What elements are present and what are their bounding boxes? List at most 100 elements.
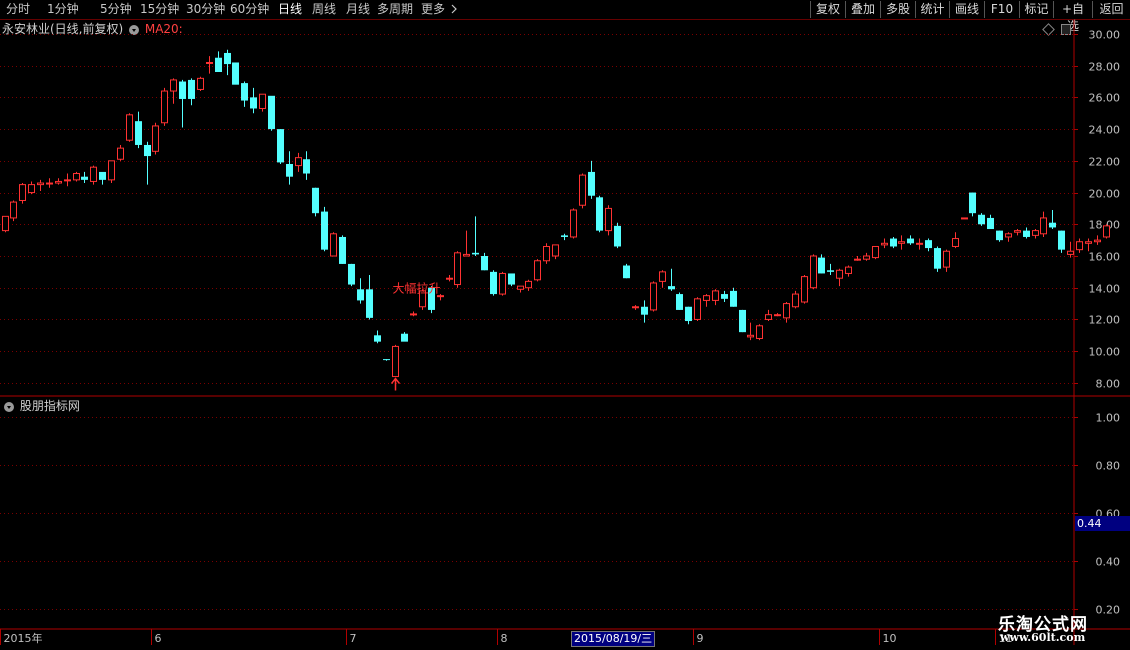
candle-up bbox=[570, 209, 577, 238]
candle-up bbox=[1094, 239, 1101, 243]
candle-up bbox=[1014, 230, 1021, 233]
candle-up bbox=[650, 282, 657, 311]
candle-up bbox=[810, 255, 817, 289]
y-tick-label: 30.00 bbox=[1089, 29, 1121, 42]
x-tick-label: 2015年 bbox=[4, 631, 43, 645]
candle-up bbox=[534, 260, 541, 281]
candle-down bbox=[241, 83, 248, 101]
candle-down bbox=[383, 359, 390, 361]
x-tick-label: 6 bbox=[155, 632, 162, 645]
candle-up bbox=[295, 157, 302, 167]
candle-up bbox=[747, 334, 754, 338]
candle-up bbox=[898, 241, 905, 244]
candle-up bbox=[916, 242, 923, 245]
y-tick-label: 28.00 bbox=[1089, 61, 1121, 74]
candle-up bbox=[1032, 230, 1039, 236]
candle-up bbox=[1040, 217, 1047, 235]
candle-up bbox=[437, 295, 444, 298]
candle-up bbox=[836, 269, 843, 279]
candle-down bbox=[1058, 230, 1065, 250]
candle-down bbox=[561, 235, 568, 237]
candle-up bbox=[1067, 250, 1074, 255]
candle-up bbox=[330, 233, 337, 257]
candle-up bbox=[90, 166, 97, 182]
candle-down bbox=[588, 171, 595, 196]
price-chart[interactable]: 30.0028.0026.0024.0022.0020.0018.0016.00… bbox=[0, 0, 1130, 650]
candle-up bbox=[694, 298, 701, 320]
x-tick-label: 7 bbox=[350, 632, 357, 645]
candle-up bbox=[46, 182, 53, 185]
sub-y-tick-label: 0.20 bbox=[1096, 604, 1121, 617]
candle-up bbox=[863, 255, 870, 260]
candle-down bbox=[303, 159, 310, 174]
candle-down bbox=[508, 273, 515, 285]
candle-up bbox=[543, 245, 550, 262]
candle-down bbox=[232, 62, 239, 85]
candle-up bbox=[499, 272, 506, 295]
candle-up bbox=[881, 242, 888, 246]
x-tick-label: 8 bbox=[501, 632, 508, 645]
candle-down bbox=[472, 252, 479, 255]
candle-up bbox=[525, 280, 532, 289]
candle-down bbox=[339, 236, 346, 264]
y-tick-label: 26.00 bbox=[1089, 92, 1121, 105]
candle-up bbox=[19, 184, 26, 201]
candle-down bbox=[224, 52, 231, 65]
candle-down bbox=[481, 256, 488, 271]
candle-down bbox=[685, 306, 692, 322]
candle-up bbox=[854, 258, 861, 261]
candle-up bbox=[659, 271, 666, 282]
candle-down bbox=[1023, 230, 1030, 237]
up-arrow-icon bbox=[390, 377, 401, 391]
y-tick-label: 10.00 bbox=[1089, 346, 1121, 359]
x-tick-label: 10 bbox=[883, 632, 897, 645]
candle-up bbox=[170, 79, 177, 92]
candle-up bbox=[943, 250, 950, 268]
candle-down bbox=[250, 97, 257, 109]
candle-down bbox=[188, 79, 195, 99]
watermark-url: www.60lt.com bbox=[1000, 631, 1086, 644]
candle-down bbox=[286, 164, 293, 177]
candle-up bbox=[783, 303, 790, 319]
candle-down bbox=[987, 217, 994, 230]
candle-up bbox=[446, 277, 453, 280]
candle-up bbox=[552, 244, 559, 257]
candle-down bbox=[925, 240, 932, 249]
candle-up bbox=[259, 93, 266, 109]
candle-up bbox=[37, 182, 44, 186]
sub-y-tick-label: 0.40 bbox=[1096, 556, 1121, 569]
candle-up bbox=[703, 295, 710, 301]
candle-down bbox=[99, 171, 106, 180]
candle-up bbox=[579, 174, 586, 206]
candle-up bbox=[161, 90, 168, 124]
candle-up bbox=[10, 201, 17, 219]
candle-up bbox=[605, 207, 612, 232]
candle-down bbox=[996, 230, 1003, 241]
candle-up bbox=[872, 245, 879, 259]
cursor-date-label: 2015/08/19/三 bbox=[571, 631, 656, 647]
x-tick-label: 9 bbox=[697, 632, 704, 645]
candle-down bbox=[215, 57, 222, 72]
candle-up bbox=[73, 173, 80, 181]
candle-up bbox=[1076, 241, 1083, 251]
y-tick-label: 22.00 bbox=[1089, 156, 1121, 169]
candle-up bbox=[454, 252, 461, 286]
candle-down bbox=[321, 211, 328, 250]
candle-up bbox=[55, 180, 62, 184]
candle-down bbox=[827, 270, 834, 272]
candle-up bbox=[712, 290, 719, 301]
candle-down bbox=[890, 238, 897, 247]
candle-up bbox=[126, 114, 133, 141]
candle-down bbox=[1049, 222, 1056, 228]
sub-y-tick-label: 1.00 bbox=[1096, 412, 1121, 425]
annotation-label: 大幅拉升 bbox=[393, 280, 441, 295]
candle-down bbox=[490, 271, 497, 295]
candle-down bbox=[907, 238, 914, 244]
candle-down bbox=[623, 265, 630, 279]
candle-up bbox=[845, 266, 852, 274]
candle-up bbox=[117, 147, 124, 160]
candle-down bbox=[366, 289, 373, 318]
candle-down bbox=[348, 263, 355, 285]
y-tick-label: 8.00 bbox=[1096, 378, 1121, 391]
candle-down bbox=[641, 306, 648, 315]
